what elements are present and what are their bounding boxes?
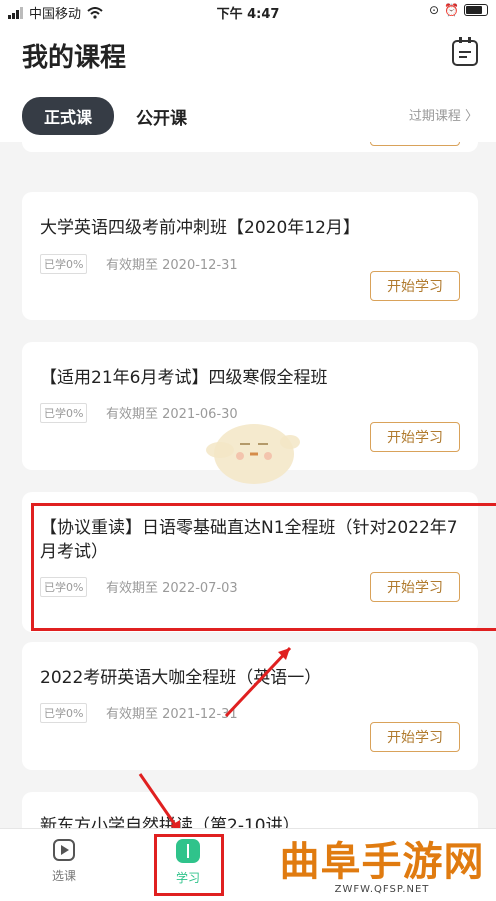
course-title: 大学英语四级考前冲刺班【2020年12月】: [40, 218, 360, 238]
annotation-highlight-box: [154, 834, 224, 896]
battery-icon: [464, 4, 488, 16]
course-card[interactable]: 【协议重读】日语零基础直达N1全程班（针对2022年7月考试） 已学0% 有效期…: [22, 492, 478, 632]
watermark-url: ZWFW.QFSP.NET: [334, 884, 430, 895]
status-bar: 中国移动 下午 4:47 ⊙ ⏰: [0, 0, 496, 22]
lock-rotation-icon: ⊙: [428, 3, 440, 17]
page-title: 我的课程: [22, 43, 127, 73]
course-title: 【协议重读】日语零基础直达N1全程班（针对2022年7月考试）: [40, 518, 458, 562]
course-title: 【适用21年6月考试】四级寒假全程班: [40, 368, 328, 388]
calendar-icon[interactable]: [452, 37, 478, 66]
course-title: 新东方小学自然拼读（第2-10讲）: [40, 816, 300, 828]
valid-until: 有效期至 2020-12-31: [106, 258, 238, 273]
tab-public[interactable]: 公开课: [136, 104, 187, 129]
valid-until: 有效期至 2022-07-03: [106, 581, 238, 596]
course-tabs: 正式课 公开课: [22, 97, 187, 135]
start-button[interactable]: 开始学习: [370, 271, 460, 301]
header: 我的课程 正式课 公开课 过期课程 〉: [0, 22, 496, 142]
start-button[interactable]: 开始学习: [370, 422, 460, 452]
valid-until: 有效期至 2021-12-31: [106, 707, 238, 722]
start-button[interactable]: 开始学习: [370, 572, 460, 602]
start-button[interactable]: 开始学习: [370, 722, 460, 752]
progress-badge: 已学0%: [40, 577, 88, 597]
tab-formal[interactable]: 正式课: [22, 97, 115, 135]
tab-label: 选课: [51, 869, 76, 883]
clock: 下午 4:47: [216, 7, 280, 22]
start-button[interactable]: [370, 142, 460, 146]
annotation-arrow-icon: [224, 646, 292, 718]
watermark-text: 曲阜手游网: [279, 838, 485, 885]
expired-courses-link[interactable]: 过期课程 〉: [409, 105, 478, 124]
progress-badge: 已学0%: [40, 403, 88, 423]
alarm-icon: ⏰: [444, 3, 459, 17]
tab-select-course[interactable]: 选课: [44, 839, 84, 884]
mascot-icon: [206, 424, 300, 484]
progress-badge: 已学0%: [40, 703, 88, 723]
course-card[interactable]: [22, 142, 478, 152]
watermark: 曲阜手游网 ZWFW.QFSP.NET: [276, 838, 488, 896]
course-card[interactable]: 大学英语四级考前冲刺班【2020年12月】 已学0% 有效期至 2020-12-…: [22, 192, 478, 320]
progress-badge: 已学0%: [40, 254, 88, 274]
play-icon: [53, 839, 75, 861]
course-card[interactable]: 新东方小学自然拼读（第2-10讲）: [22, 792, 478, 828]
